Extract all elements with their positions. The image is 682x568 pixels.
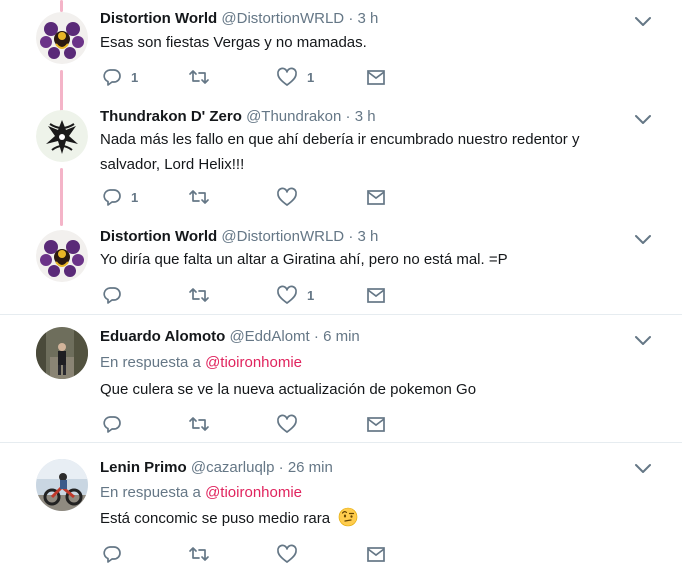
tweet-text: Nada más les fallo en que ahí debería ir… (100, 131, 580, 148)
like-button[interactable] (276, 543, 307, 565)
heart-icon (277, 414, 297, 433)
avatar[interactable] (36, 459, 88, 511)
display-name[interactable]: Distortion World (100, 10, 217, 27)
envelope-icon (367, 417, 385, 432)
avatar[interactable] (36, 230, 88, 282)
display-name[interactable]: Eduardo Alomoto (100, 328, 225, 345)
reply-icon (103, 189, 121, 206)
reply-mention-link[interactable]: @tioironhomie (205, 354, 302, 371)
direct-message-button[interactable] (366, 543, 386, 565)
avatar[interactable] (36, 110, 88, 162)
avatar[interactable] (36, 12, 88, 64)
separator-dot: · (278, 459, 284, 476)
reply-count: 1 (131, 189, 139, 205)
reply-button[interactable] (102, 413, 131, 435)
tweet-actions: 1 1 (100, 66, 400, 88)
tweet[interactable]: Distortion World @DistortionWRLD · 3 h E… (0, 0, 682, 98)
retweet-button[interactable] (188, 66, 219, 88)
tweet-actions: 1 (100, 284, 400, 306)
heart-icon (277, 544, 297, 563)
heart-icon (277, 187, 297, 206)
retweet-icon (189, 190, 209, 204)
retweet-button[interactable] (188, 186, 219, 208)
reply-icon (103, 546, 121, 563)
timestamp[interactable]: 26 min (288, 459, 333, 476)
reply-count: 1 (131, 69, 139, 85)
chevron-down-icon[interactable] (634, 462, 652, 474)
reply-button[interactable] (102, 543, 131, 565)
reply-icon (103, 69, 121, 86)
retweet-button[interactable] (188, 543, 219, 565)
retweet-button[interactable] (188, 284, 219, 306)
timestamp[interactable]: 3 h (357, 10, 378, 27)
avatar[interactable] (36, 327, 88, 379)
retweet-icon (189, 288, 209, 302)
envelope-icon (367, 547, 385, 562)
tweet-text: Esas son fiestas Vergas y no mamadas. (100, 34, 367, 51)
tweet[interactable]: Thundrakon D' Zero @Thundrakon · 3 h Nad… (0, 98, 682, 218)
chevron-down-icon[interactable] (634, 233, 652, 245)
user-handle[interactable]: @DistortionWRLD (221, 228, 344, 245)
retweet-button[interactable] (188, 413, 219, 435)
chevron-down-icon[interactable] (634, 15, 652, 27)
raised-eyebrow-emoji (338, 507, 358, 527)
direct-message-button[interactable] (366, 413, 386, 435)
display-name[interactable]: Thundrakon D' Zero (100, 108, 242, 125)
user-handle[interactable]: @Thundrakon (246, 108, 341, 125)
like-button[interactable] (276, 413, 307, 435)
timestamp[interactable]: 6 min (323, 328, 360, 345)
heart-icon (277, 285, 297, 304)
reply-icon (103, 287, 121, 304)
display-name[interactable]: Distortion World (100, 228, 217, 245)
tweet-text-content: Está concomic se puso medio rara (100, 510, 331, 527)
tweet-actions (100, 413, 400, 435)
separator-dot: · (313, 328, 319, 345)
direct-message-button[interactable] (366, 66, 386, 88)
tweet-text: Que culera se ve la nueva actualización … (100, 381, 477, 398)
direct-message-button[interactable] (366, 284, 386, 306)
retweet-icon (189, 417, 209, 431)
timestamp[interactable]: 3 h (355, 108, 376, 125)
user-handle[interactable]: @EddAlomt (229, 328, 309, 345)
like-button[interactable]: 1 (276, 66, 314, 88)
retweet-icon (189, 547, 209, 561)
chevron-down-icon[interactable] (634, 334, 652, 346)
reply-button[interactable]: 1 (102, 186, 138, 208)
reply-context-label: En respuesta a (100, 354, 201, 371)
tweet-text: Está concomic se puso medio rara (100, 507, 620, 531)
user-handle[interactable]: @DistortionWRLD (221, 10, 344, 27)
chevron-down-icon[interactable] (634, 113, 652, 125)
tweet[interactable]: Eduardo Alomoto @EddAlomt · 6 min En res… (0, 314, 682, 443)
tweet-text: Yo diría que falta un altar a Giratina a… (100, 251, 508, 268)
reply-button[interactable]: 1 (102, 66, 138, 88)
envelope-icon (367, 190, 385, 205)
tweet-actions (100, 543, 400, 565)
reply-button[interactable] (102, 284, 131, 306)
like-button[interactable]: 1 (276, 284, 314, 306)
like-button[interactable] (276, 186, 307, 208)
reply-context: En respuesta a @tioironhomie (100, 354, 302, 371)
reply-mention-link[interactable]: @tioironhomie (205, 484, 302, 501)
reply-context-label: En respuesta a (100, 484, 201, 501)
like-count: 1 (307, 69, 315, 85)
separator-dot: · (348, 10, 354, 27)
direct-message-button[interactable] (366, 186, 386, 208)
separator-dot: · (345, 108, 351, 125)
user-handle[interactable]: @cazarluqlp (191, 459, 275, 476)
envelope-icon (367, 70, 385, 85)
tweet-text-line-2: salvador, Lord Helix!!! (100, 156, 245, 173)
like-count: 1 (307, 287, 315, 303)
separator-dot: · (348, 228, 354, 245)
tweet-actions: 1 (100, 186, 400, 208)
tweet[interactable]: Lenin Primo @cazarluqlp · 26 min En resp… (0, 442, 682, 568)
heart-icon (277, 67, 297, 86)
reply-icon (103, 416, 121, 433)
display-name[interactable]: Lenin Primo (100, 459, 187, 476)
retweet-icon (189, 70, 209, 84)
tweet[interactable]: Distortion World @DistortionWRLD · 3 h Y… (0, 218, 682, 314)
envelope-icon (367, 288, 385, 303)
reply-context: En respuesta a @tioironhomie (100, 484, 302, 501)
timestamp[interactable]: 3 h (357, 228, 378, 245)
